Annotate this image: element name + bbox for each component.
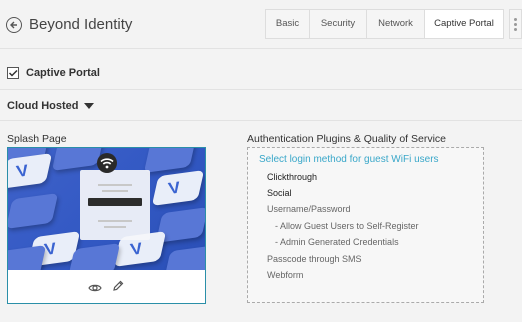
caret-down-icon bbox=[83, 103, 94, 109]
captive-portal-checkbox[interactable] bbox=[7, 67, 19, 79]
divider bbox=[0, 48, 522, 49]
pencil-icon[interactable] bbox=[112, 279, 124, 297]
auth-option-clickthrough[interactable]: Clickthrough bbox=[267, 172, 317, 182]
captive-portal-toggle[interactable]: Captive Portal bbox=[7, 67, 100, 79]
auth-option-social[interactable]: Social bbox=[267, 188, 292, 198]
splash-actions bbox=[8, 278, 205, 296]
hosting-selected-value: Cloud Hosted bbox=[7, 100, 79, 112]
auth-option-admin-credentials: - Admin Generated Credentials bbox=[275, 237, 399, 247]
page-title: Beyond Identity bbox=[29, 16, 133, 33]
back-arrow-icon[interactable] bbox=[6, 17, 22, 33]
tab-basic[interactable]: Basic bbox=[266, 10, 310, 38]
tab-security[interactable]: Security bbox=[310, 10, 367, 38]
tab-network[interactable]: Network bbox=[367, 10, 425, 38]
wifi-icon bbox=[97, 153, 117, 173]
eye-icon[interactable] bbox=[88, 280, 102, 298]
splash-page-card: V V V V bbox=[7, 147, 206, 304]
auth-option-username-password: Username/Password bbox=[267, 204, 351, 214]
header: Beyond Identity Basic Security Network C… bbox=[0, 0, 522, 48]
more-tabs-icon[interactable] bbox=[509, 9, 522, 39]
splash-page-title: Splash Page bbox=[7, 133, 67, 145]
tab-captive-portal[interactable]: Captive Portal bbox=[425, 10, 503, 38]
auth-section-title: Authentication Plugins & Quality of Serv… bbox=[247, 133, 447, 145]
splash-preview-image: V V V V bbox=[8, 148, 205, 270]
auth-option-sms-passcode: Passcode through SMS bbox=[267, 254, 362, 264]
captive-portal-label: Captive Portal bbox=[26, 67, 100, 79]
splash-login-modal bbox=[80, 170, 150, 240]
auth-prompt: Select login method for guest WiFi users bbox=[259, 154, 439, 165]
tab-bar: Basic Security Network Captive Portal bbox=[265, 9, 504, 39]
auth-plugins-box: Select login method for guest WiFi users… bbox=[247, 147, 484, 303]
auth-option-webform: Webform bbox=[267, 270, 304, 280]
hosting-dropdown[interactable]: Cloud Hosted bbox=[7, 100, 94, 112]
divider bbox=[0, 89, 522, 90]
divider bbox=[0, 120, 522, 121]
auth-option-self-register: - Allow Guest Users to Self-Register bbox=[275, 221, 419, 231]
